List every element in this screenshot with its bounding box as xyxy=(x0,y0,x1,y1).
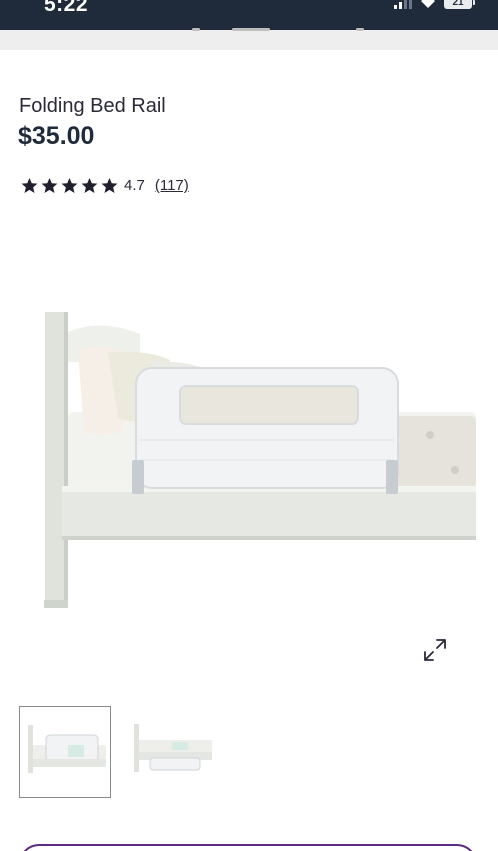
star-icon xyxy=(101,177,118,193)
signal-icon xyxy=(394,0,412,9)
status-bar: 5:22 21 xyxy=(0,0,498,30)
folded-bed-rail-thumbnail xyxy=(134,724,212,772)
thumbnail-2[interactable] xyxy=(126,706,218,798)
wifi-icon xyxy=(421,0,435,8)
product-price: $35.00 xyxy=(18,122,95,150)
expand-icon[interactable] xyxy=(421,636,449,664)
review-count-link[interactable]: (117) xyxy=(155,177,189,194)
status-icons: 21 xyxy=(394,0,475,9)
status-time: 5:22 xyxy=(44,0,89,16)
product-rating: 4.7 (117) xyxy=(20,176,189,195)
star-icon xyxy=(81,177,98,193)
product-title: Folding Bed Rail xyxy=(19,95,166,117)
bed-rail-on-bed-thumbnail xyxy=(28,725,106,773)
rating-value: 4.7 xyxy=(124,177,145,194)
product-main-image[interactable] xyxy=(0,300,498,620)
bottom-action-button[interactable] xyxy=(19,844,477,851)
battery-icon: 21 xyxy=(444,0,475,9)
star-icon xyxy=(61,177,78,193)
star-icon xyxy=(21,177,38,193)
thumbnail-1[interactable] xyxy=(19,706,111,798)
rating-stars xyxy=(20,176,119,195)
star-icon xyxy=(41,177,58,193)
nav-strip xyxy=(0,28,498,50)
